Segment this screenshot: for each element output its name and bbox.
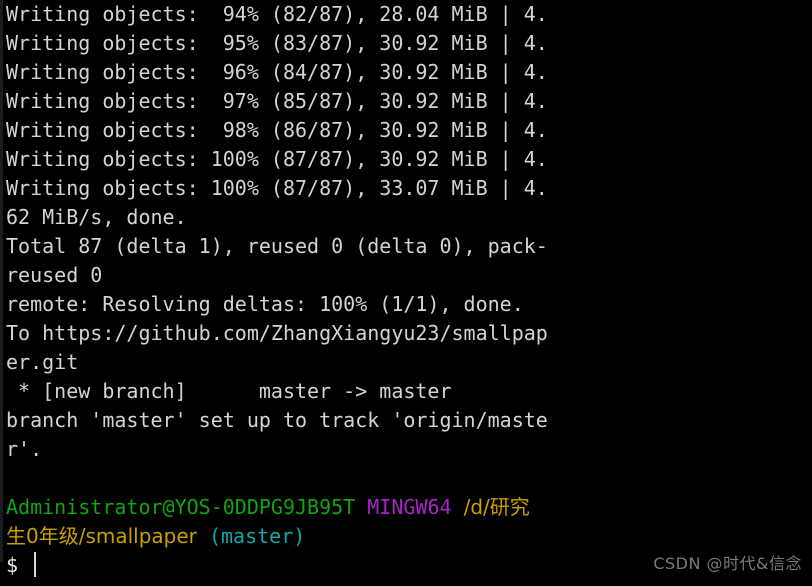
output-line: Writing objects: 100% (87/87), 33.07 MiB… — [6, 176, 548, 200]
terminal-window[interactable]: Writing objects: 94% (82/87), 28.04 MiB … — [0, 0, 812, 586]
text-cursor[interactable] — [34, 552, 37, 577]
output-line: Writing objects: 95% (83/87), 30.92 MiB … — [6, 31, 548, 55]
output-line: Writing objects: 96% (84/87), 30.92 MiB … — [6, 60, 548, 84]
prompt-line-1: Administrator@YOS-0DDPG9JB95T MINGW64 /d… — [6, 493, 812, 522]
terminal-left-gutter — [0, 0, 3, 562]
output-line: Writing objects: 94% (82/87), 28.04 MiB … — [6, 2, 548, 26]
output-line: reused 0 — [6, 263, 103, 287]
output-line: 62 MiB/s, done. — [6, 205, 187, 229]
prompt-path-part-2: 生0年级/smallpaper — [6, 524, 197, 548]
output-line: r'. — [6, 437, 43, 461]
prompt-git-branch: (master) — [196, 524, 306, 548]
terminal-output-region: Writing objects: 94% (82/87), 28.04 MiB … — [6, 0, 812, 493]
output-blank-line — [6, 464, 812, 493]
output-line: branch 'master' set up to track 'origin/… — [6, 408, 548, 432]
output-line: * [new branch] master -> master — [6, 379, 452, 403]
output-line: remote: Resolving deltas: 100% (1/1), do… — [6, 292, 524, 316]
prompt-gap-1 — [355, 495, 367, 519]
output-line: er.git — [6, 350, 79, 374]
csdn-watermark: CSDN @时代&信念 — [653, 554, 802, 573]
output-line: Writing objects: 98% (86/87), 30.92 MiB … — [6, 118, 548, 142]
output-line: Total 87 (delta 1), reused 0 (delta 0), … — [6, 234, 548, 258]
output-line: Writing objects: 100% (87/87), 30.92 MiB… — [6, 147, 548, 171]
output-line: To https://github.com/ZhangXiangyu23/sma… — [6, 321, 548, 345]
prompt-dollar-symbol: $ — [6, 553, 19, 577]
prompt-user-host: Administrator@YOS-0DDPG9JB95T — [6, 495, 356, 519]
prompt-line-2: 生0年级/smallpaper (master) — [6, 522, 812, 551]
prompt-shell-name: MINGW64 — [367, 495, 452, 519]
prompt-gap-2 — [452, 495, 464, 519]
output-line: Writing objects: 97% (85/87), 30.92 MiB … — [6, 89, 548, 113]
prompt-path-part-1: /d/研究 — [463, 495, 530, 519]
